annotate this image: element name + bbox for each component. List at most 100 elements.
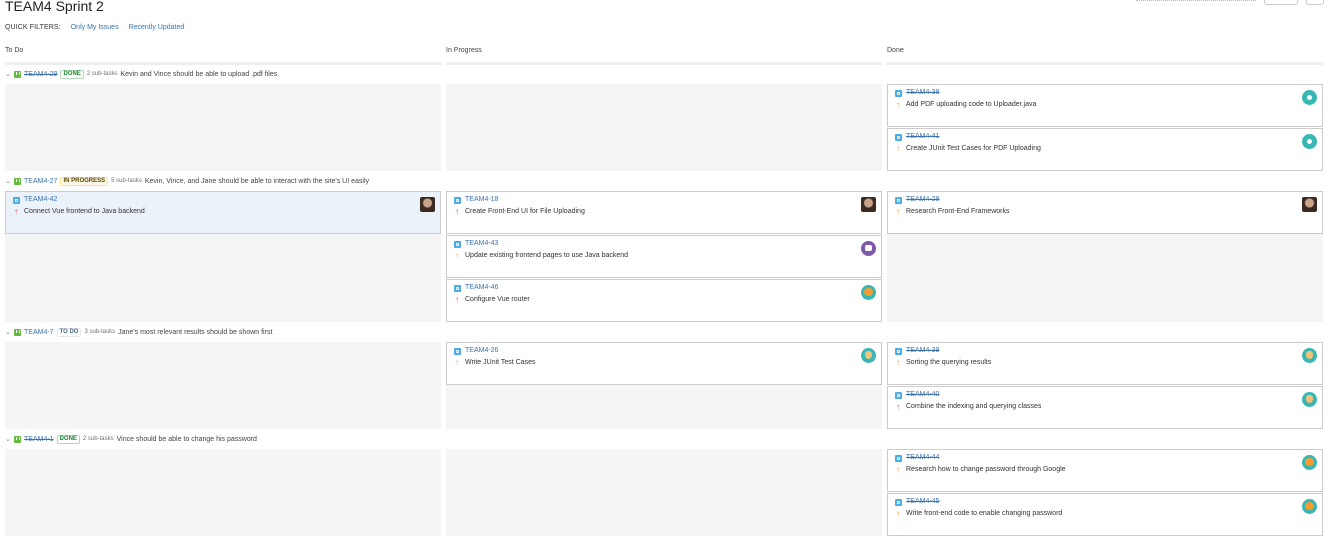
swimlane-summary: Jane's most relevant results should be s… [118,328,273,336]
subtask-icon [454,348,461,355]
issue-key[interactable]: TEAM4-38 [906,89,939,96]
board-cell [5,342,441,429]
subtask-icon [895,134,902,141]
swimlane-key[interactable]: TEAM4-29 [24,71,57,78]
issue-key[interactable]: TEAM4-43 [465,240,498,247]
issue-key[interactable]: TEAM4-39 [906,347,939,354]
status-badge: DONE [56,434,80,444]
assignee-avatar [1302,499,1317,514]
column-header-todo: To Do [5,47,24,54]
priority-medium-icon: ↑ [455,358,459,367]
issue-key[interactable]: TEAM4-45 [906,498,939,505]
issue-summary: Configure Vue router [465,296,530,303]
chevron-down-icon[interactable]: ⌄ [5,328,11,336]
chevron-down-icon[interactable]: ⌄ [5,70,11,78]
subtask-icon [895,90,902,97]
issue-card[interactable]: TEAM4-42 ↑ Connect Vue frontend to Java … [5,191,441,234]
swimlane-header[interactable]: ⌄ TEAM4-1 DONE 2 sub-tasks Vince should … [5,434,257,444]
board-title: TEAM4 Sprint 2 [5,0,104,14]
subtask-icon [895,392,902,399]
column-header-done: Done [887,47,904,54]
assignee-avatar [1302,197,1317,212]
filter-only-my-issues[interactable]: Only My Issues [71,24,119,31]
priority-medium-icon: ↑ [455,251,459,260]
assignee-avatar [1302,455,1317,470]
assignee-avatar [420,197,435,212]
issue-key[interactable]: TEAM4-41 [906,133,939,140]
column-underline [446,62,882,65]
issue-card[interactable]: TEAM4-46 ↑ Configure Vue router [446,279,882,322]
subtask-count: 5 sub-tasks [111,178,142,184]
issue-card[interactable]: TEAM4-38 ↑ Add PDF uploading code to Upl… [887,84,1323,127]
issue-key[interactable]: TEAM4-18 [465,196,498,203]
swimlane-key[interactable]: TEAM4-1 [24,436,54,443]
filter-recently-updated[interactable]: Recently Updated [129,24,185,31]
swimlane-key[interactable]: TEAM4-7 [24,329,54,336]
issue-key[interactable]: TEAM4-28 [906,196,939,203]
issue-card[interactable]: TEAM4-45 ↑ Write front-end code to enabl… [887,493,1323,536]
story-icon [14,328,21,336]
story-icon [14,435,21,443]
issue-key[interactable]: TEAM4-46 [465,284,498,291]
subtask-count: 3 sub-tasks [84,329,116,335]
swimlane-summary: Kevin and Vince should be able to upload… [120,70,280,78]
board-cell [5,449,441,536]
subtask-icon [454,285,461,292]
subtask-icon [895,499,902,506]
issue-summary: Update existing frontend pages to use Ja… [465,252,629,259]
priority-medium-icon: ↑ [896,144,900,153]
issue-summary: Combine the indexing and querying classe… [906,403,1042,410]
issue-summary: Create JUnit Test Cases for PDF Uploadin… [906,145,1041,152]
quick-filters-label: QUICK FILTERS: [5,24,61,31]
story-icon [14,70,21,78]
column-underline [5,62,441,65]
issue-card[interactable]: TEAM4-39 ↑ Sorting the querying results [887,342,1323,385]
issue-key[interactable]: TEAM4-42 [24,196,57,203]
assignee-avatar [1302,392,1317,407]
issue-key[interactable]: TEAM4-40 [906,391,939,398]
status-badge: DONE [60,69,84,79]
swimlane-summary: Kevin, Vince, and Jane should be able to… [144,177,370,185]
issue-summary: Add PDF uploading code to Uploader.java [906,101,1037,108]
board-toolbar [1136,0,1324,7]
assignee-avatar [861,348,876,363]
issue-summary: Research how to change password through … [906,466,1066,473]
status-badge: TO DO [56,327,82,337]
assignee-avatar [1302,348,1317,363]
issue-card[interactable]: TEAM4-18 ↑ Create Front-End UI for File … [446,191,882,234]
chevron-down-icon[interactable]: ⌄ [5,435,11,443]
swimlane-summary: Vince should be able to change his passw… [116,435,257,443]
column-underline [887,62,1323,65]
priority-medium-icon: ↑ [896,207,900,216]
subtask-icon [454,197,461,204]
board-cell [446,449,882,536]
issue-card[interactable]: TEAM4-41 ↑ Create JUnit Test Cases for P… [887,128,1323,171]
subtask-icon [895,197,902,204]
subtask-icon [13,197,20,204]
board-button[interactable] [1264,0,1298,5]
issue-key[interactable]: TEAM4-26 [465,347,498,354]
priority-high-icon: ↑ [896,402,900,411]
swimlane-header[interactable]: ⌄ TEAM4-29 DONE 2 sub-tasks Kevin and Vi… [5,69,279,79]
priority-medium-icon: ↑ [896,509,900,518]
assignee-avatar [1302,90,1317,105]
priority-medium-icon: ↑ [896,465,900,474]
issue-card[interactable]: TEAM4-43 ↑ Update existing frontend page… [446,235,882,278]
issue-card[interactable]: TEAM4-40 ↑ Combine the indexing and quer… [887,386,1323,429]
issue-card[interactable]: TEAM4-26 ↑ Write JUnit Test Cases [446,342,882,385]
swimlane-header[interactable]: ⌄ TEAM4-7 TO DO 3 sub-tasks Jane's most … [5,327,272,337]
issue-card[interactable]: TEAM4-28 ↑ Research Front-End Frameworks [887,191,1323,234]
priority-high-icon: ↑ [14,207,18,216]
chevron-down-icon[interactable]: ⌄ [5,177,11,185]
issue-summary: Sorting the querying results [906,359,992,366]
swimlane-header[interactable]: ⌄ TEAM4-27 IN PROGRESS 5 sub-tasks Kevin… [5,176,369,186]
assignee-avatar [861,197,876,212]
swimlane-key[interactable]: TEAM4-27 [24,178,57,185]
issue-card[interactable]: TEAM4-44 ↑ Research how to change passwo… [887,449,1323,492]
toolbar-divider [1136,0,1256,7]
quick-filters: QUICK FILTERS: Only My Issues Recently U… [5,24,184,31]
more-button[interactable] [1306,0,1324,5]
issue-key[interactable]: TEAM4-44 [906,454,939,461]
status-badge: IN PROGRESS [60,176,109,186]
issue-summary: Create Front-End UI for File Uploading [465,208,585,215]
